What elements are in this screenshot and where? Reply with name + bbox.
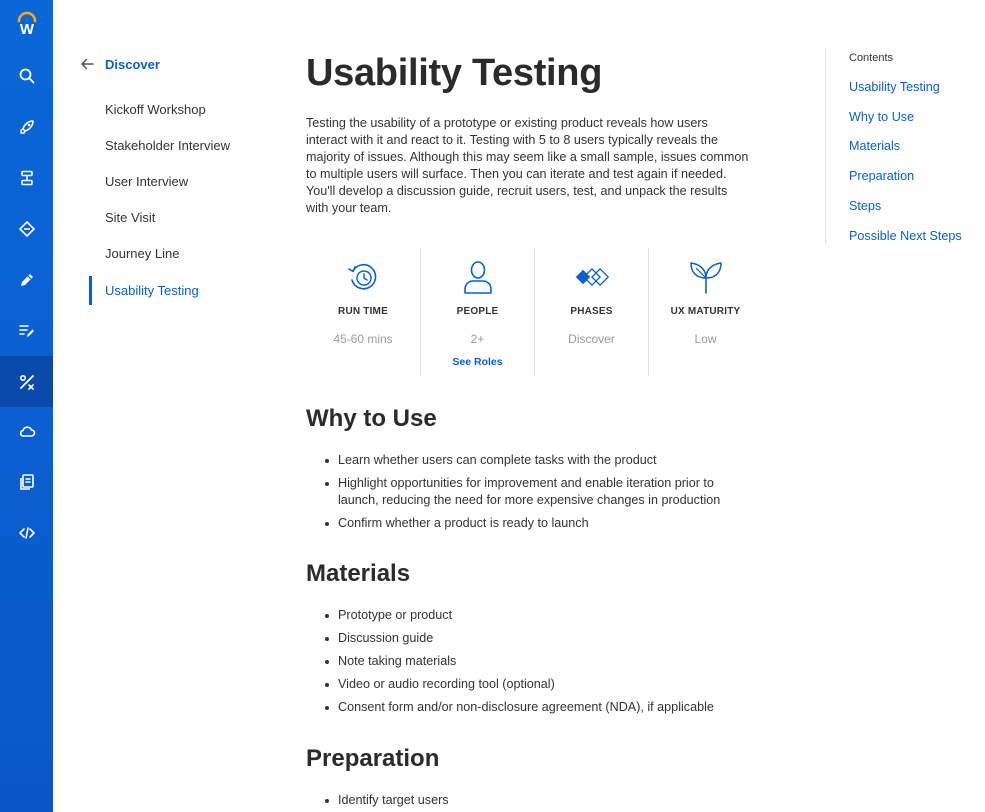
stat-value: Discover [568, 332, 615, 346]
list-item: Consent form and/or non-disclosure agree… [325, 699, 758, 716]
stat-value: 45-60 mins [333, 332, 393, 346]
subnav-item-usability-testing[interactable]: Usability Testing [105, 283, 199, 298]
toc-item-possible-next-steps[interactable]: Possible Next Steps [849, 229, 962, 243]
stat-ux-maturity: UX MATURITY Low [648, 248, 762, 376]
person-icon [463, 261, 492, 294]
toc-item-steps[interactable]: Steps [849, 199, 881, 213]
active-indicator [89, 276, 92, 305]
toc-title: Contents [849, 52, 894, 64]
workday-logo[interactable]: W [0, 0, 53, 48]
section-nav: Discover Kickoff Workshop Stakeholder In… [53, 0, 283, 812]
subnav-item-kickoff-workshop[interactable]: Kickoff Workshop [105, 102, 206, 117]
tools-icon[interactable] [0, 356, 53, 407]
list-item: Learn whether users can complete tasks w… [325, 452, 758, 469]
sprout-icon [689, 262, 722, 294]
list-item: Discussion guide [325, 630, 758, 647]
back-to-discover-link[interactable]: Discover [79, 56, 160, 72]
list-item: Confirm whether a product is ready to la… [325, 515, 758, 532]
heading-why-to-use: Why to Use [306, 405, 437, 432]
document-icon[interactable] [0, 456, 53, 507]
list-item: Note taking materials [325, 653, 758, 670]
stat-label: UX MATURITY [670, 306, 741, 317]
rocket-icon[interactable] [0, 101, 53, 152]
search-icon[interactable] [0, 50, 53, 101]
toc-item-preparation[interactable]: Preparation [849, 169, 914, 183]
toc-item-materials[interactable]: Materials [849, 139, 900, 153]
icon-rail: W [0, 0, 53, 812]
pencil-icon[interactable] [0, 254, 53, 305]
table-of-contents: Contents Usability Testing Why to Use Ma… [825, 48, 985, 244]
subnav-item-stakeholder-interview[interactable]: Stakeholder Interview [105, 138, 230, 153]
svg-text:W: W [19, 21, 34, 37]
toc-item-usability-testing[interactable]: Usability Testing [849, 80, 940, 94]
list-item: Highlight opportunities for improvement … [325, 475, 758, 509]
cloud-icon[interactable] [0, 405, 53, 456]
page-title: Usability Testing [306, 52, 603, 94]
why-to-use-list: Learn whether users can complete tasks w… [325, 452, 758, 538]
subnav-item-journey-line[interactable]: Journey Line [105, 246, 179, 261]
preparation-list: Identify target users [325, 792, 758, 812]
stat-phases: PHASES Discover [534, 248, 648, 376]
stat-people: PEOPLE 2+ See Roles [420, 248, 534, 376]
list-edit-icon[interactable] [0, 305, 53, 356]
stack-icon[interactable] [0, 152, 53, 203]
stat-value: 2+ [470, 332, 485, 346]
stat-label: PEOPLE [456, 306, 499, 317]
back-link-label: Discover [105, 56, 160, 72]
clock-refresh-icon [348, 264, 377, 290]
materials-list: Prototype or product Discussion guide No… [325, 607, 758, 722]
stat-label: RUN TIME [338, 306, 388, 317]
method-stats: RUN TIME 45-60 mins PEOPLE 2+ See Roles [306, 248, 762, 376]
list-item: Video or audio recording tool (optional) [325, 676, 758, 693]
subnav-item-site-visit[interactable]: Site Visit [105, 210, 155, 225]
diamond-code-icon[interactable] [0, 203, 53, 254]
list-item: Prototype or product [325, 607, 758, 624]
logo-icon: W [17, 11, 36, 37]
stat-run-time: RUN TIME 45-60 mins [306, 248, 420, 376]
phases-diamond-icon [575, 268, 609, 286]
code-icon[interactable] [0, 507, 53, 558]
heading-materials: Materials [306, 560, 411, 587]
arrow-left-icon [81, 58, 94, 70]
stat-label: PHASES [570, 306, 613, 317]
list-item: Identify target users [325, 792, 758, 809]
subnav-item-user-interview[interactable]: User Interview [105, 174, 188, 189]
see-roles-link[interactable]: See Roles [421, 356, 534, 368]
stat-value: Low [694, 332, 717, 346]
toc-item-why-to-use[interactable]: Why to Use [849, 110, 914, 124]
heading-preparation: Preparation [306, 745, 440, 772]
intro-paragraph: Testing the usability of a prototype or … [306, 116, 749, 215]
